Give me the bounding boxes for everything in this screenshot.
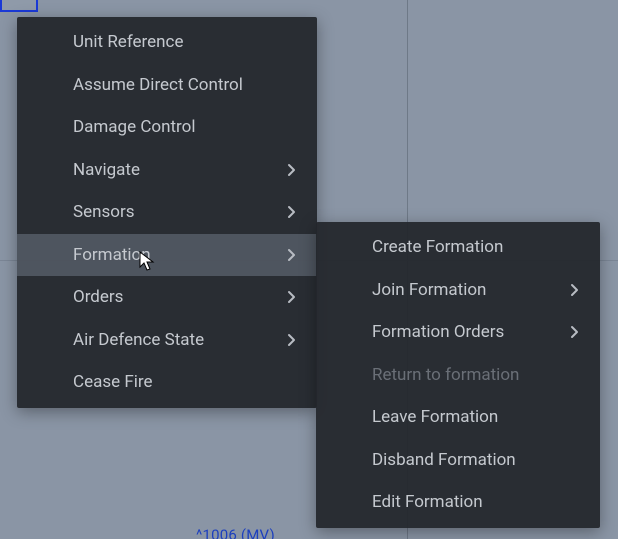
submenu-item-formation-orders[interactable]: Formation Orders (316, 311, 600, 354)
submenu-formation: Create Formation Join Formation Formatio… (316, 222, 600, 528)
menu-item-label: Unit Reference (73, 32, 299, 52)
menu-item-label: Return to formation (372, 365, 582, 385)
menu-item-label: Leave Formation (372, 407, 582, 427)
chevron-right-icon (283, 289, 299, 305)
menu-item-label: Assume Direct Control (73, 75, 299, 95)
menu-item-damage-control[interactable]: Damage Control (17, 106, 317, 149)
submenu-item-leave-formation[interactable]: Leave Formation (316, 396, 600, 439)
menu-item-sensors[interactable]: Sensors (17, 191, 317, 234)
unit-marker[interactable] (0, 0, 38, 12)
submenu-item-disband-formation[interactable]: Disband Formation (316, 439, 600, 482)
chevron-right-icon (283, 247, 299, 263)
menu-item-label: Cease Fire (73, 372, 299, 392)
menu-item-navigate[interactable]: Navigate (17, 149, 317, 192)
submenu-item-join-formation[interactable]: Join Formation (316, 269, 600, 312)
chevron-right-icon (283, 204, 299, 220)
menu-item-formation[interactable]: Formation (17, 234, 317, 277)
menu-item-label: Disband Formation (372, 450, 582, 470)
menu-item-assume-direct-control[interactable]: Assume Direct Control (17, 64, 317, 107)
submenu-item-return-to-formation: Return to formation (316, 354, 600, 397)
menu-item-orders[interactable]: Orders (17, 276, 317, 319)
context-menu: Unit Reference Assume Direct Control Dam… (17, 17, 317, 408)
menu-item-label: Navigate (73, 160, 283, 180)
chevron-right-icon (566, 324, 582, 340)
menu-item-label: Edit Formation (372, 492, 582, 512)
menu-item-air-defence-state[interactable]: Air Defence State (17, 319, 317, 362)
submenu-item-edit-formation[interactable]: Edit Formation (316, 481, 600, 524)
menu-item-label: Air Defence State (73, 330, 283, 350)
submenu-item-create-formation[interactable]: Create Formation (316, 226, 600, 269)
chevron-right-icon (566, 282, 582, 298)
map-unit-label: ^1006 (MV) (196, 526, 275, 539)
chevron-right-icon (283, 332, 299, 348)
menu-item-label: Orders (73, 287, 283, 307)
menu-item-label: Join Formation (372, 280, 566, 300)
menu-item-label: Damage Control (73, 117, 299, 137)
menu-item-label: Create Formation (372, 237, 582, 257)
menu-item-label: Formation Orders (372, 322, 566, 342)
menu-item-unit-reference[interactable]: Unit Reference (17, 21, 317, 64)
menu-item-cease-fire[interactable]: Cease Fire (17, 361, 317, 404)
chevron-right-icon (283, 162, 299, 178)
menu-item-label: Sensors (73, 202, 283, 222)
menu-item-label: Formation (73, 245, 283, 265)
